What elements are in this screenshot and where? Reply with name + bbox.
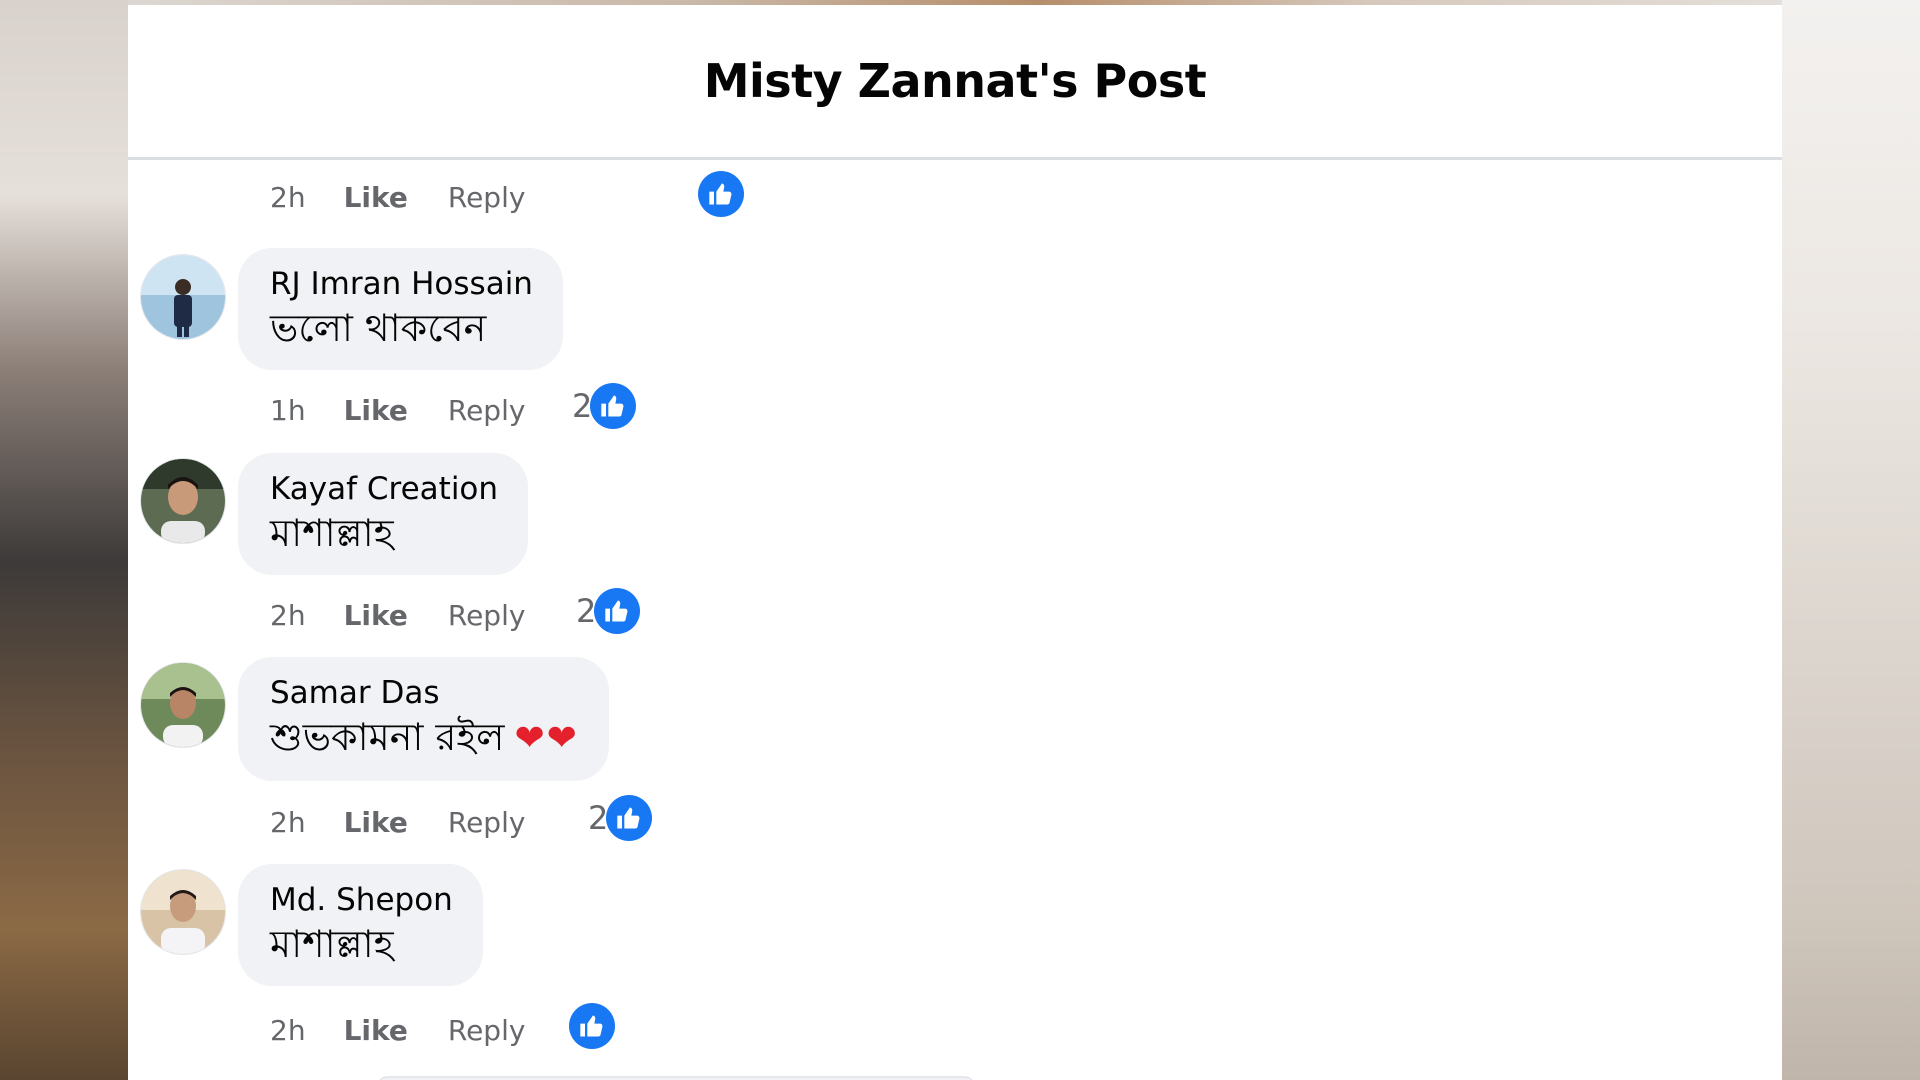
comment-time[interactable]: 1h (270, 394, 306, 427)
background-left (0, 0, 128, 1080)
like-link[interactable]: Like (344, 806, 408, 839)
comment-bubble: Samar Das শুভকামনা রইল ❤❤ (238, 657, 609, 781)
thumbs-up-icon (569, 1003, 615, 1049)
reaction-summary[interactable]: 2 (576, 588, 641, 634)
like-link[interactable]: Like (344, 1014, 408, 1047)
comment-author[interactable]: RJ Imran Hossain (270, 264, 533, 304)
like-link[interactable]: Like (344, 181, 408, 214)
reply-link[interactable]: Reply (448, 806, 526, 839)
comment-meta: 2h Like Reply (270, 593, 525, 637)
comment-bubble: RJ Imran Hossain ভলো থাকবেন (238, 248, 563, 370)
post-title: Misty Zannat's Post (703, 54, 1207, 108)
avatar[interactable] (140, 869, 226, 955)
reaction-summary[interactable]: 2 (588, 795, 653, 841)
thumbs-up-icon (606, 795, 653, 841)
avatar[interactable] (140, 458, 226, 544)
comment-text: শুভকামনা রইল ❤❤ (270, 713, 579, 763)
comment-author[interactable]: Samar Das (270, 673, 579, 713)
comment-bubble: Md. Shepon মাশাল্লাহ (238, 864, 483, 986)
comment-time[interactable]: 2h (270, 599, 306, 632)
post-dialog: Misty Zannat's Post 2h Like Reply RJ Imr… (128, 5, 1782, 1080)
like-link[interactable]: Like (344, 394, 408, 427)
thumbs-up-icon (590, 383, 637, 429)
comment-text-body: শুভকামনা রইল (270, 715, 505, 759)
reaction-summary[interactable]: 2 (572, 383, 637, 429)
reaction-summary[interactable] (698, 171, 744, 217)
reply-link[interactable]: Reply (448, 599, 526, 632)
reaction-count: 2 (588, 799, 609, 837)
comment-text: মাশাল্লাহ (270, 511, 394, 555)
comment-text: মাশাল্লাহ (270, 922, 394, 966)
reaction-summary[interactable] (569, 1003, 615, 1049)
comment-time[interactable]: 2h (270, 1014, 306, 1047)
background-right (1782, 0, 1920, 1080)
comment-bubble: Kayaf Creation মাশাল্লাহ (238, 453, 529, 575)
comment-time[interactable]: 2h (270, 181, 306, 214)
reply-link[interactable]: Reply (448, 1014, 526, 1047)
reply-link[interactable]: Reply (448, 394, 526, 427)
comment-text: ভলো থাকবেন (270, 306, 487, 350)
reply-link[interactable]: Reply (448, 181, 526, 214)
comment-meta-previous: 2h Like Reply (270, 175, 525, 219)
reaction-count: 2 (572, 387, 593, 425)
thumbs-up-icon (698, 171, 744, 217)
avatar[interactable] (140, 254, 226, 340)
next-comment-bubble (376, 1076, 976, 1080)
comment-author[interactable]: Kayaf Creation (270, 469, 498, 509)
comment-time[interactable]: 2h (270, 806, 306, 839)
reaction-count: 2 (576, 592, 597, 630)
comment-meta: 2h Like Reply (270, 1008, 525, 1052)
like-link[interactable]: Like (344, 599, 408, 632)
comment-meta: 2h Like Reply (270, 800, 525, 844)
comment-author[interactable]: Md. Shepon (270, 880, 453, 920)
dialog-header: Misty Zannat's Post (128, 5, 1782, 160)
thumbs-up-icon (594, 588, 641, 634)
avatar[interactable] (140, 662, 226, 748)
heart-emoji-icon: ❤❤ (514, 718, 579, 759)
comment-meta: 1h Like Reply (270, 388, 525, 432)
